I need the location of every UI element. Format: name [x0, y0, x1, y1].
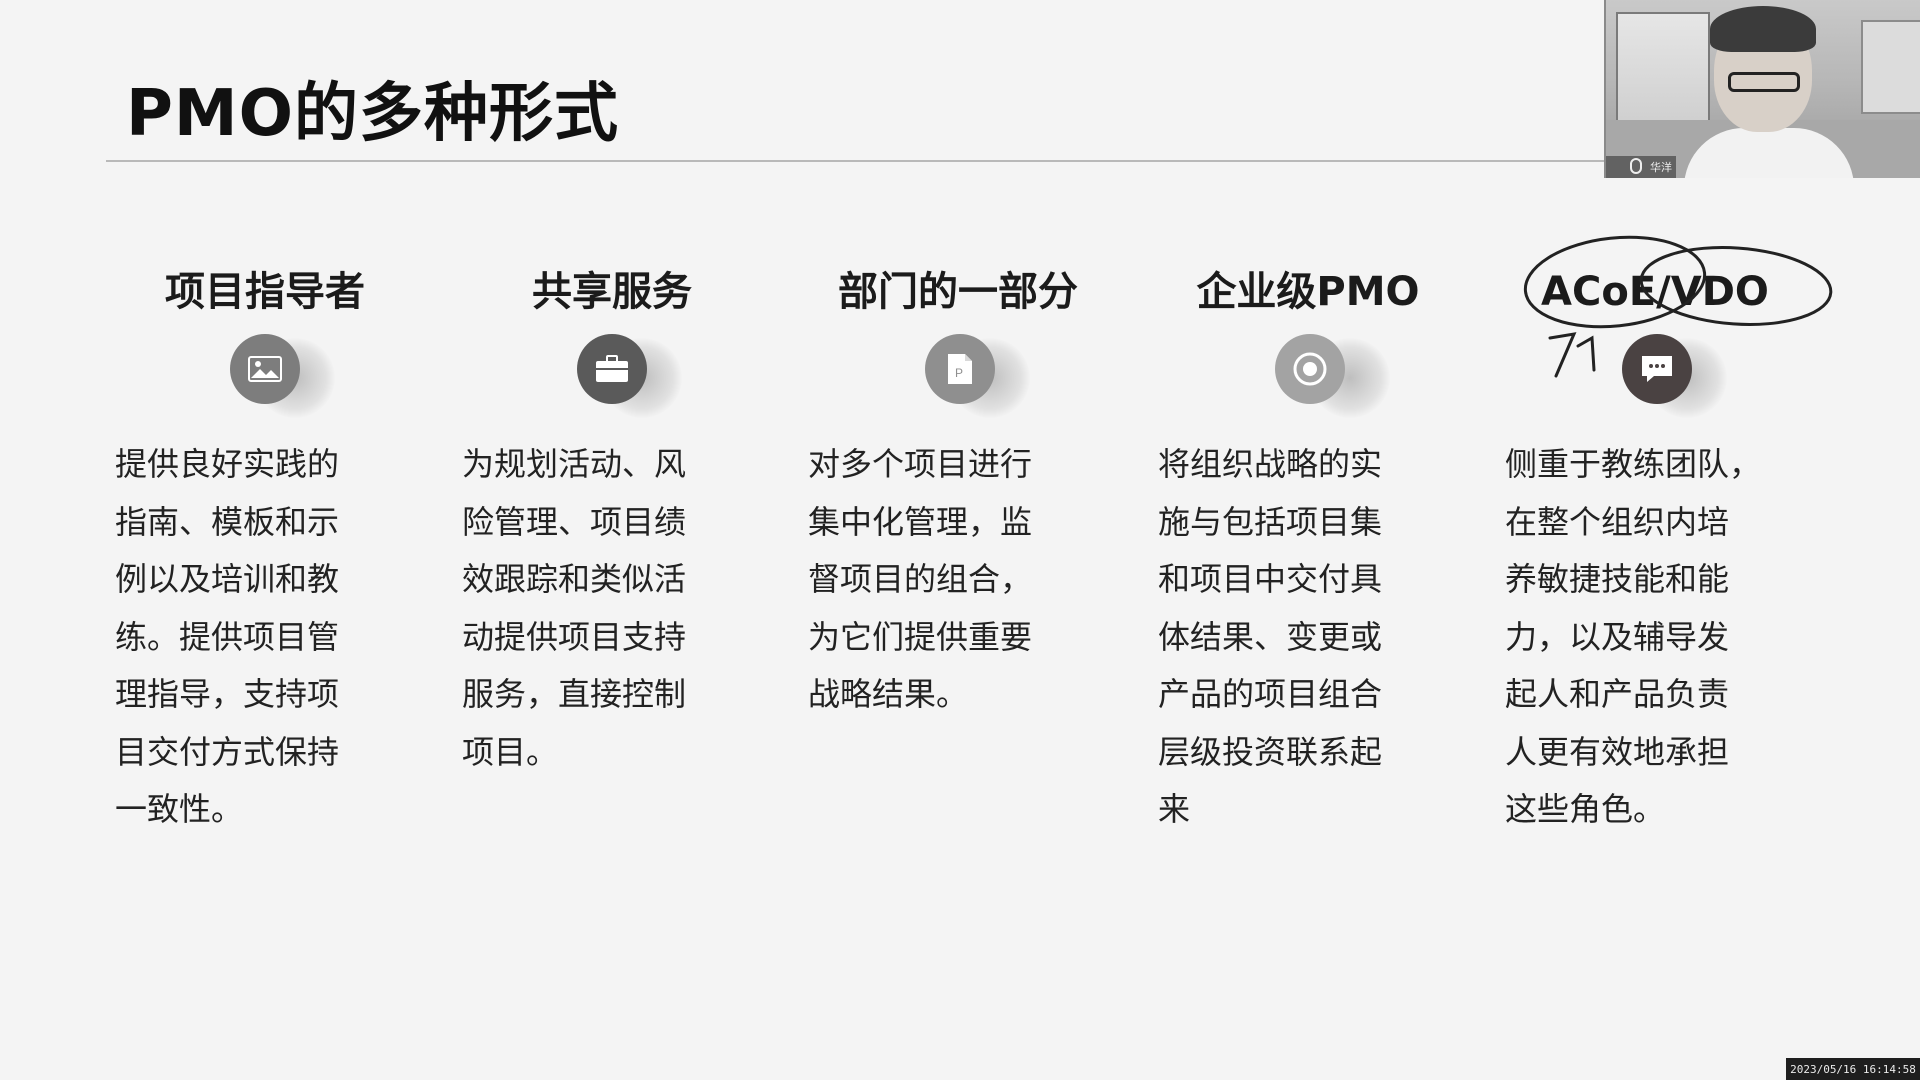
column-description: 侧重于教练团队， 在整个组织内培 养敏捷技能和能 力，以及辅导发 起人和产品负责…	[1505, 445, 1762, 828]
column-acoe-vdo: ACoE/VDO 侧重于教练团队， 在整个组织内培 养敏捷技能和能 力，以及辅导…	[1505, 262, 1805, 839]
column-heading: 企业级PMO	[1196, 269, 1420, 315]
column-heading: 共享服务	[532, 269, 692, 315]
column-description: 将组织战略的实 施与包括项目集 和项目中交付具 体结果、变更或 产品的项目组合 …	[1158, 445, 1383, 828]
column-description: 对多个项目进行 集中化管理，监 督项目的组合， 为它们提供重要 战略结果。	[808, 445, 1033, 713]
column-heading: ACoE/VDO	[1541, 269, 1769, 315]
column-enterprise-pmo: 企业级PMO 将组织战略的实 施与包括项目集 和项目中交付具 体结果、变更或 产…	[1158, 262, 1458, 839]
column-department-part: 部门的一部分 P 对多个项目进行 集中化管理，监 督项目的组合， 为它们提供重要…	[808, 262, 1108, 724]
column-project-guide: 项目指导者 提供良好实践的 指南、模板和示 例以及培训和教 练。提供项目管 理指…	[115, 262, 415, 839]
svg-text:P: P	[955, 366, 963, 380]
column-description: 提供良好实践的 指南、模板和示 例以及培训和教 练。提供项目管 理指导，支持项 …	[115, 445, 340, 828]
recording-timestamp: 2023/05/16 16:14:58	[1786, 1058, 1920, 1080]
briefcase-icon	[577, 334, 647, 404]
microphone-icon[interactable]	[1630, 158, 1642, 174]
column-heading: 部门的一部分	[838, 269, 1078, 315]
webcam-name-label: 华洋	[1650, 161, 1672, 174]
chat-icon	[1622, 334, 1692, 404]
slide-title: PMO的多种形式	[126, 77, 619, 151]
column-heading: 项目指导者	[165, 269, 365, 315]
column-shared-services: 共享服务 为规划活动、风 险管理、项目绩 效跟踪和类似活 动提供项目支持 服务，…	[462, 262, 762, 781]
target-icon	[1275, 334, 1345, 404]
image-icon	[230, 334, 300, 404]
column-description: 为规划活动、风 险管理、项目绩 效跟踪和类似活 动提供项目支持 服务，直接控制 …	[462, 445, 687, 771]
title-divider	[106, 160, 1606, 162]
document-icon: P	[925, 334, 995, 404]
webcam-video[interactable]: 华洋	[1604, 0, 1920, 178]
